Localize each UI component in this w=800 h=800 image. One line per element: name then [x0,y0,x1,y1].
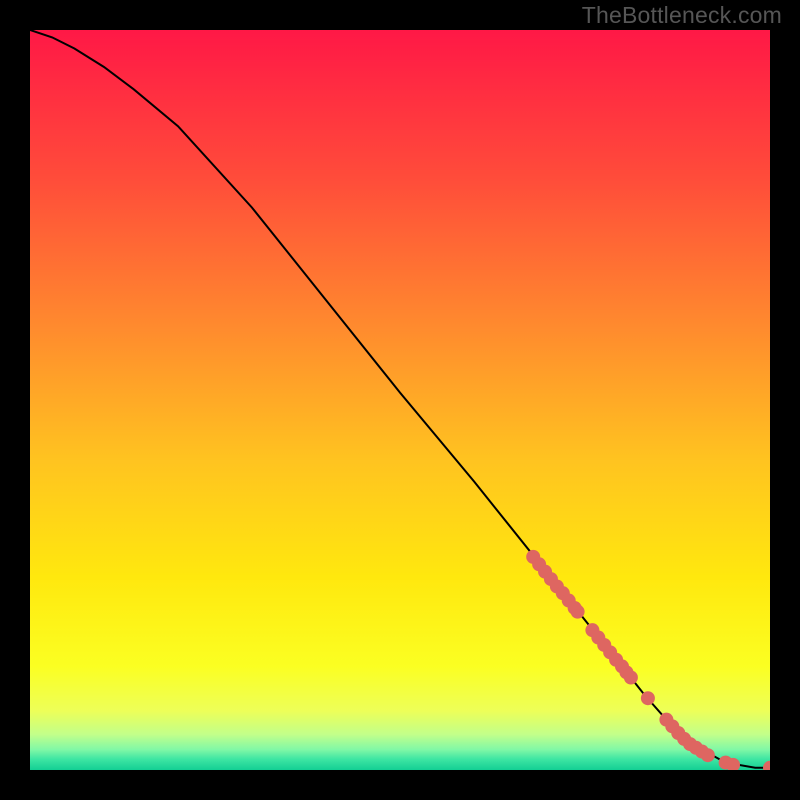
watermark-text: TheBottleneck.com [582,2,782,29]
plot-area [30,30,770,770]
data-point [641,691,655,705]
chart-svg [30,30,770,770]
data-point [624,671,638,685]
data-point [571,605,585,619]
data-point [701,748,715,762]
plot-background [30,30,770,770]
chart-frame: TheBottleneck.com [0,0,800,800]
